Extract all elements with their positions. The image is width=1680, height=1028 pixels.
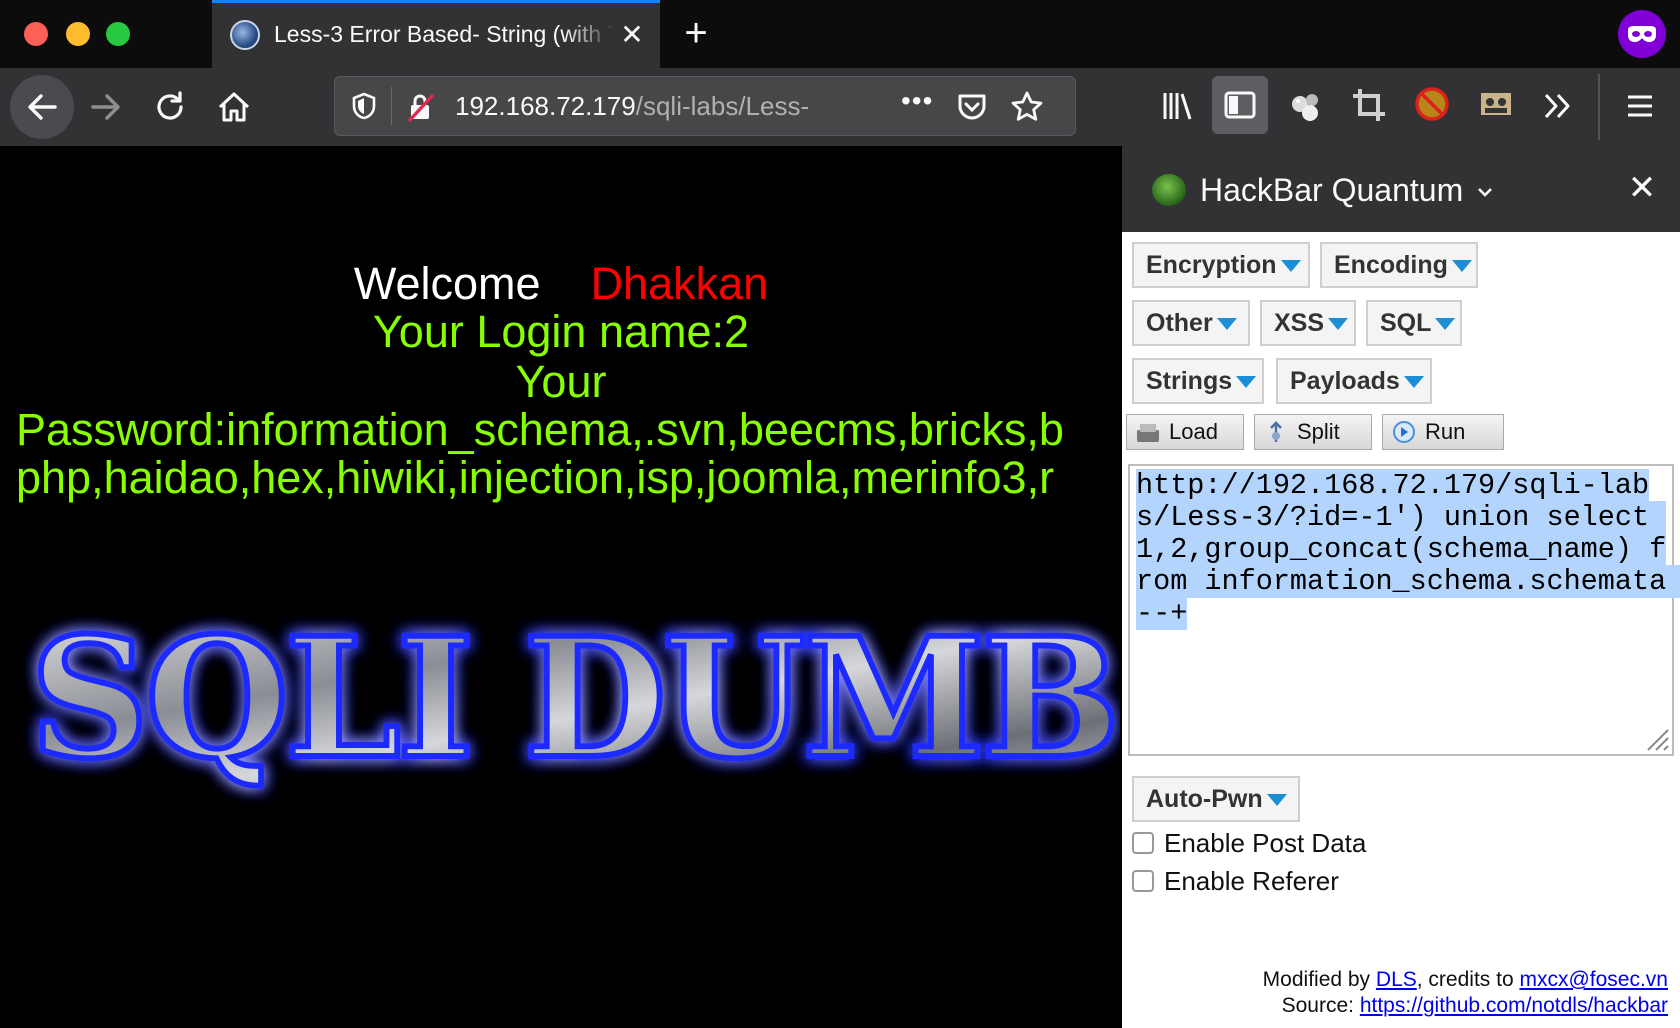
dropdown-caret-icon [1435,318,1456,330]
dls-link[interactable]: DLS [1376,968,1417,991]
your-text: Your [515,356,607,407]
hackbar-panel: HackBar Quantum ✕ Encryption Encoding Ot… [1122,146,1680,1028]
menu-encoding[interactable]: Encoding [1320,242,1478,288]
password-line-2: php,haidao,hex,hiwiki,injection,isp,joom… [16,452,1055,503]
password-line-1: Password:information_schema,.svn,beecms,… [16,404,1064,455]
tracking-protection-shield-icon[interactable] [349,91,379,121]
hackbar-logo-icon [1152,174,1186,206]
reload-icon [157,91,183,120]
sidebar-icon [1224,91,1256,119]
dropdown-caret-icon [1403,376,1424,388]
url-textarea-value: http://192.168.72.179/sqli-labs/Less-3/?… [1136,469,1680,630]
enable-post-data-row[interactable]: Enable Post Data [1132,828,1366,858]
dropdown-caret-icon [1216,318,1237,330]
chevron-down-icon [1478,188,1493,197]
page-actions-menu-icon[interactable]: ••• [901,85,933,117]
menu-strings[interactable]: Strings [1132,358,1264,404]
new-tab-button[interactable]: + [676,13,716,54]
reload-button[interactable] [142,79,198,135]
footer-source: Source: https://github.com/notdls/hackba… [1281,994,1668,1017]
dropdown-caret-icon [1266,794,1287,806]
library-icon[interactable] [1160,88,1196,124]
bookmark-star-icon[interactable] [1009,89,1045,125]
svg-text:SQLI DUMB: SQLI DUMB [30,606,1117,795]
menu-xss[interactable]: XSS [1260,300,1356,346]
forward-button[interactable] [78,79,134,135]
sidebar-toggle-button[interactable] [1212,76,1268,134]
tab-title: Less-3 Error Based- String (with Twist) [274,21,614,47]
title-bar: Less-3 Error Based- String (with Twist) … [0,0,1680,68]
address-bar[interactable]: 192.168.72.179/sqli-labs/Less- ••• [334,76,1076,136]
load-url-button[interactable]: Load [1126,414,1244,450]
email-link[interactable]: mxcx@fosec.vn [1519,968,1668,991]
menu-payloads[interactable]: Payloads [1276,358,1432,404]
hamburger-menu-icon[interactable] [1624,90,1656,122]
run-button[interactable]: Run [1382,414,1504,450]
dropdown-caret-icon [1328,318,1349,330]
menu-other[interactable]: Other [1132,300,1250,346]
user-agent-switcher-icon[interactable] [1478,86,1514,122]
insecure-lock-icon[interactable] [405,91,437,123]
window-zoom-button[interactable] [106,22,130,46]
menu-sql[interactable]: SQL [1366,300,1462,346]
enable-post-data-label: Enable Post Data [1164,827,1367,858]
hackbar-title-dropdown[interactable]: HackBar Quantum [1200,172,1494,209]
welcome-text: Welcome [353,258,541,309]
run-icon [1393,421,1415,443]
url-text[interactable]: 192.168.72.179/sqli-labs/Less- [455,91,809,122]
menu-encryption[interactable]: Encryption [1132,242,1310,288]
back-arrow-icon [28,94,57,120]
source-link[interactable]: https://github.com/notdls/hackbar [1360,994,1668,1017]
user-name-text: Dhakkan [590,258,769,309]
auto-pwn-button[interactable]: Auto-Pwn [1132,776,1300,822]
load-icon [1137,424,1159,442]
navigation-toolbar: 192.168.72.179/sqli-labs/Less- ••• [0,68,1680,146]
footer-credits: Modified by DLS, credits to mxcx@fosec.v… [1262,968,1668,991]
forward-arrow-icon [91,94,120,120]
private-browsing-icon [1618,10,1666,58]
page-content: Welcome Dhakkan Your Login name:2 Your Pa… [0,146,1122,1028]
sqli-dumb-logo: SQLI DUMB [20,598,1122,811]
extension-balls-icon[interactable] [1286,86,1326,126]
pocket-icon[interactable] [955,90,989,124]
resize-handle-icon[interactable] [1642,724,1670,752]
dropdown-caret-icon [1236,376,1257,388]
block-extension-icon[interactable] [1412,84,1452,124]
tab-active[interactable]: Less-3 Error Based- String (with Twist) … [212,0,660,68]
enable-referer-row[interactable]: Enable Referer [1132,866,1339,896]
tab-favicon-icon [230,20,260,50]
split-icon [1270,421,1282,442]
overflow-chevron-icon[interactable] [1540,88,1576,124]
enable-post-data-checkbox[interactable] [1132,832,1154,854]
enable-referer-label: Enable Referer [1164,865,1339,896]
sidebar-close-icon[interactable]: ✕ [1620,166,1664,210]
split-url-button[interactable]: Split [1254,414,1372,450]
back-button[interactable] [10,75,74,139]
tab-close-icon[interactable]: ✕ [614,17,650,53]
dropdown-caret-icon [1451,260,1472,272]
login-name-text: Your Login name:2 [372,306,750,357]
toolbar-separator [1598,74,1600,140]
hackbar-header: HackBar Quantum ✕ [1122,146,1680,232]
enable-referer-checkbox[interactable] [1132,870,1154,892]
window-minimize-button[interactable] [66,22,90,46]
home-button[interactable] [206,79,262,135]
welcome-line: Welcome Dhakkan [0,258,1122,310]
window-close-button[interactable] [24,22,48,46]
home-icon [218,92,250,122]
url-textarea[interactable]: http://192.168.72.179/sqli-labs/Less-3/?… [1128,464,1680,756]
crop-screenshot-icon[interactable] [1350,86,1388,124]
dropdown-caret-icon [1280,260,1301,272]
